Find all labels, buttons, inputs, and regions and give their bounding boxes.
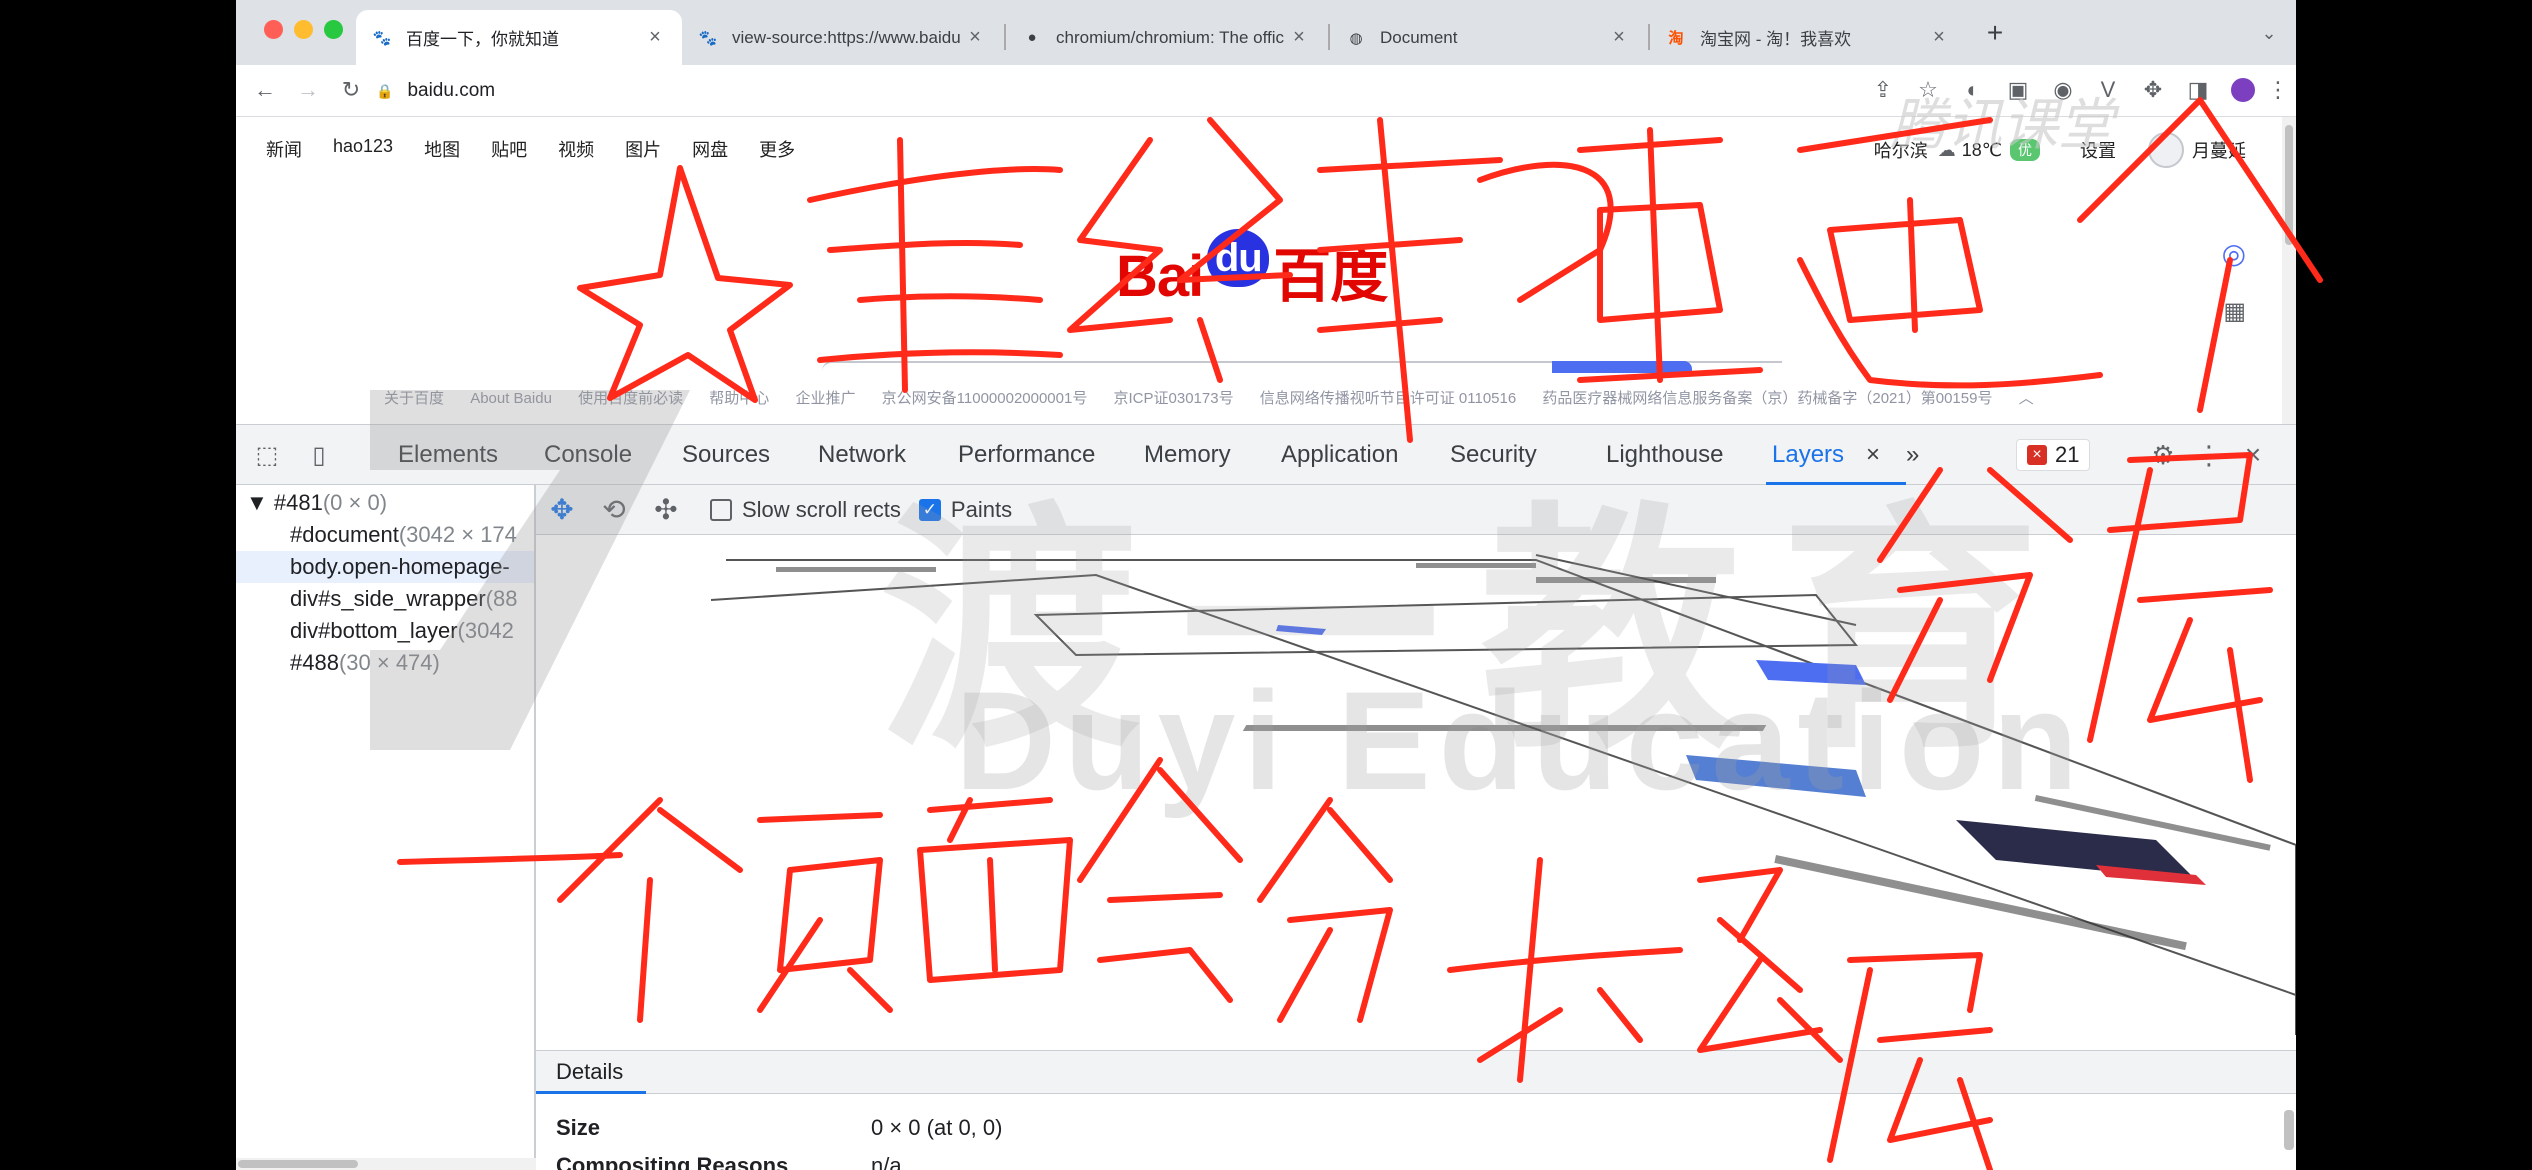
tab-baidu[interactable]: 🐾 百度一下，你就知道 × [356,10,682,65]
nav-link-news[interactable]: 新闻 [266,136,302,162]
qr-code-icon[interactable]: ▦ [2223,297,2246,326]
lock-icon: 🔒 [376,82,394,99]
baidu-logo: Bai du 百度 [1116,229,1388,313]
tab-search-chevron-icon[interactable]: ⌄ [2252,16,2286,50]
nav-link-more[interactable]: 更多 [759,136,795,162]
url-text: baidu.com [407,80,496,101]
paw-icon: 🐾 [372,29,392,47]
tab-title: 淘宝网 - 淘！我喜欢 [1700,30,1852,49]
duyi-logo-watermark [370,390,690,750]
back-arrow-icon[interactable]: ← [248,73,282,107]
node-name: #488 [290,650,339,675]
tab-title: 百度一下，你就知道 [406,30,559,49]
close-tab-icon[interactable]: × [1608,26,1630,49]
tab-github[interactable]: ● chromium/chromium: The offic × [1006,10,1326,65]
chevron-up-icon[interactable]: ︿ [2019,390,2034,407]
details-scrollbar[interactable] [2284,1110,2294,1150]
github-icon: ● [1027,29,1037,46]
detail-row-size: Size 0 × 0 (at 0, 0) [556,1115,1002,1141]
nav-link-netdisk[interactable]: 网盘 [692,136,728,162]
footer-link[interactable]: 京公网安备11000002000001号 [882,390,1088,407]
paw-logo-icon: du [1207,229,1270,287]
minimize-window-button[interactable] [294,20,313,39]
detail-value: 0 × 0 (at 0, 0) [871,1115,1003,1140]
tab-title: view-source:https://www.baidu [732,27,961,47]
device-toolbar-icon[interactable]: ▯ [302,438,336,472]
forward-arrow-icon[interactable]: → [291,73,325,107]
footer-link[interactable]: 信息网络传播视听节目许可证 0110516 [1260,390,1516,407]
image-layer [1956,820,2196,880]
new-tab-button[interactable]: + [1978,16,2012,50]
nav-link-hao123[interactable]: hao123 [333,136,393,162]
close-tab-icon[interactable]: × [1288,26,1310,49]
close-tab-icon[interactable]: × [644,26,666,49]
nav-link-tieba[interactable]: 贴吧 [491,136,527,162]
tab-title: chromium/chromium: The offic [1056,27,1284,47]
side-tool-icon[interactable]: ◎ [2222,237,2246,270]
menu-dots-icon[interactable]: ⋮ [2261,73,2295,107]
page-scrollbar[interactable] [2282,117,2296,424]
tab-title: Document [1380,27,1458,47]
close-window-button[interactable] [264,20,283,39]
tab-details[interactable]: Details [556,1059,623,1085]
puzzle-icon[interactable]: ✥ [2136,73,2170,107]
paw-icon: 🐾 [698,29,718,47]
menu-dots-icon[interactable]: ⋮ [2192,438,2226,472]
tab-document[interactable]: ◍ Document × [1330,10,1646,65]
logo-text: 百度 [1273,244,1388,309]
address-bar[interactable]: 🔒 baidu.com [376,71,2076,111]
watermark-text-en: Duyi Education [955,662,2086,819]
user-avatar[interactable] [2148,132,2184,168]
active-tab-indicator [536,1091,646,1094]
taobao-icon: 淘 [1668,30,1684,47]
reload-icon[interactable]: ↻ [334,73,368,107]
footer-link[interactable]: 企业推广 [795,390,855,407]
top-nav: 新闻 hao123 地图 贴吧 视频 图片 网盘 更多 [266,136,826,162]
user-name[interactable]: 月蔓延 [2192,137,2246,163]
detail-key: Size [556,1115,601,1140]
nav-link-images[interactable]: 图片 [625,136,661,162]
gear-icon[interactable]: ⚙ [2146,438,2180,472]
logo-text: Bai [1116,244,1204,309]
tencent-classroom-watermark: 腾讯课堂 [1890,93,2114,156]
detail-row-compositing: Compositing Reasons n/a [556,1153,902,1170]
detail-value: n/a [871,1153,902,1170]
node-name: ▼ #481 [246,490,323,515]
profile-avatar[interactable] [2226,73,2260,107]
close-devtools-icon[interactable]: × [2236,438,2270,472]
maximize-window-button[interactable] [324,20,343,39]
footer-link[interactable]: 京ICP证030173号 [1114,390,1234,407]
inspect-element-icon[interactable]: ⬚ [250,438,284,472]
sidebar-icon[interactable]: ◨ [2181,73,2215,107]
close-tab-icon[interactable]: × [1928,26,1950,49]
detail-key: Compositing Reasons [556,1153,789,1170]
tree-scrollbar[interactable] [236,1158,536,1170]
nav-link-video[interactable]: 视频 [558,136,594,162]
close-tab-icon[interactable]: × [964,26,986,49]
footer-link[interactable]: 药品医疗器械网络信息服务备案（京）药械备字（2021）第00159号 [1542,390,1992,407]
globe-icon: ◍ [1349,29,1363,47]
search-button[interactable] [1552,361,1692,373]
tab-taobao[interactable]: 淘 淘宝网 - 淘！我喜欢 × [1650,10,1966,65]
details-tabbar: Details [536,1050,2296,1094]
nav-link-map[interactable]: 地图 [424,136,460,162]
tab-strip: 🐾 百度一下，你就知道 × 🐾 view-source:https://www.… [236,0,2296,65]
tab-view-source[interactable]: 🐾 view-source:https://www.baidu × [682,10,1002,65]
